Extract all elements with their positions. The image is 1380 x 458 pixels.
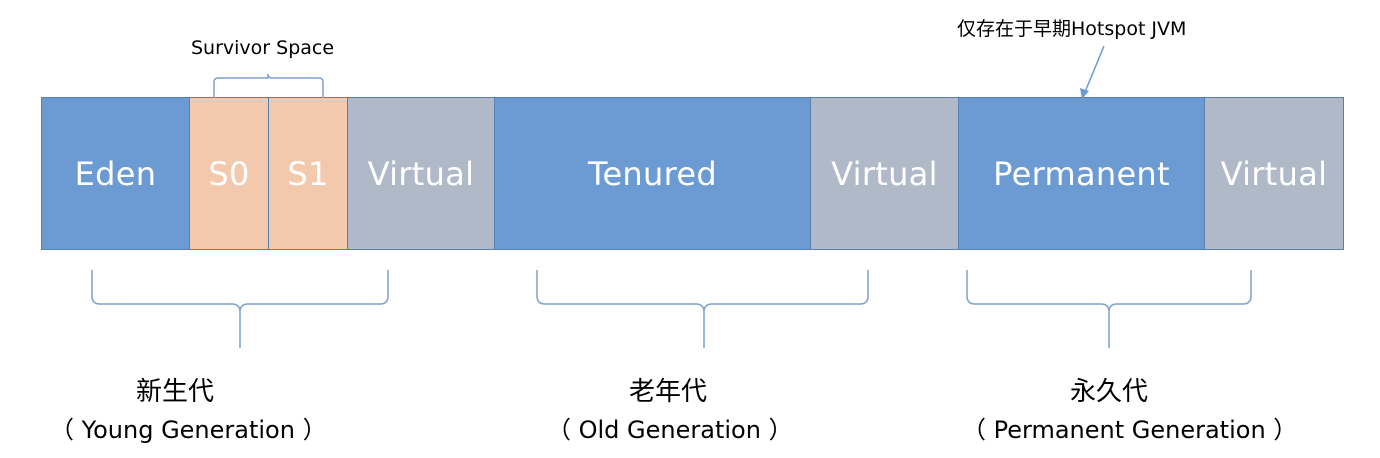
young-brace <box>91 270 389 348</box>
old-brace <box>536 270 869 348</box>
hotspot-note: 仅存在于早期Hotspot JVM <box>957 18 1187 40</box>
permanent-generation-en: （ Permanent Generation ） <box>962 416 1298 444</box>
young-generation-en: （ Young Generation ） <box>50 416 327 444</box>
hotspot-arrow <box>1084 45 1105 93</box>
survivor-space-label: Survivor Space <box>191 37 335 59</box>
perm-brace <box>966 270 1252 348</box>
permanent-generation-cn: 永久代 <box>1070 377 1149 407</box>
survivor-bracket <box>213 73 324 98</box>
old-generation-en: （ Old Generation ） <box>547 416 793 444</box>
hotspot-arrowhead <box>1080 88 1089 99</box>
young-generation-cn: 新生代 <box>136 377 215 407</box>
old-generation-cn: 老年代 <box>629 377 708 407</box>
